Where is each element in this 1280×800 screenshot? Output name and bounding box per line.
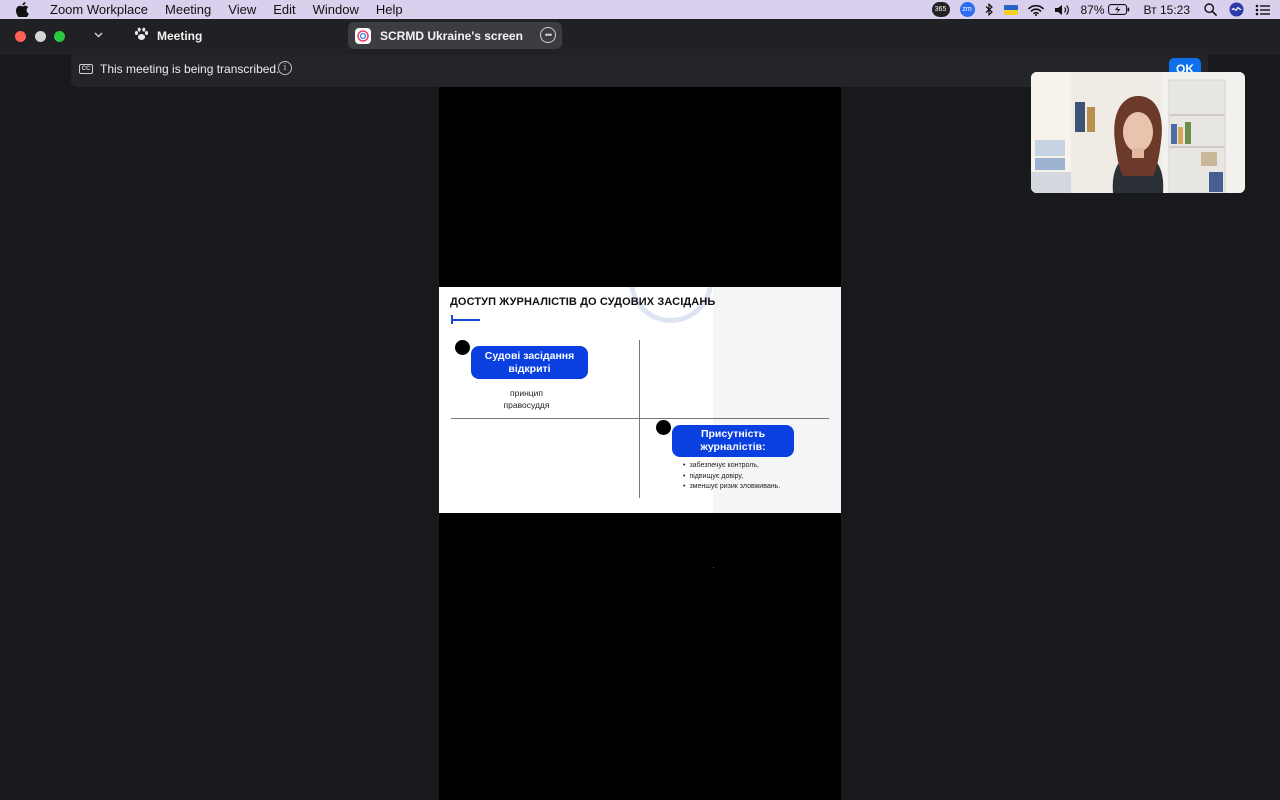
bullet-marker xyxy=(656,420,671,435)
menu-meeting[interactable]: Meeting xyxy=(165,0,211,19)
list-item: забезпечує контроль, xyxy=(684,461,780,472)
menu-window[interactable]: Window xyxy=(313,0,359,19)
menu-app-name[interactable]: Zoom Workplace xyxy=(50,0,148,19)
menu-help[interactable]: Help xyxy=(376,0,403,19)
window-fullscreen-button[interactable] xyxy=(54,31,65,42)
window-close-button[interactable] xyxy=(15,31,26,42)
open-hearings-label: Судові засідання відкриті xyxy=(484,349,575,375)
meeting-title: Meeting xyxy=(157,28,203,43)
apple-icon[interactable] xyxy=(16,2,36,17)
slide-vertical-divider xyxy=(639,340,640,498)
siri-icon[interactable] xyxy=(1229,2,1244,17)
paw-icon xyxy=(134,27,149,44)
ok-button[interactable]: OK xyxy=(1169,58,1201,73)
bluetooth-icon[interactable] xyxy=(985,3,994,16)
ukraine-flag-icon[interactable] xyxy=(1003,4,1018,15)
participant-video-tile[interactable] xyxy=(1031,72,1245,193)
participant-video-feed xyxy=(1031,72,1245,193)
macos-menu-bar: Zoom Workplace Meeting View Edit Window … xyxy=(0,0,1280,19)
wifi-icon[interactable] xyxy=(1027,4,1044,16)
open-hearings-card: Судові засідання відкриті xyxy=(471,346,588,379)
bullet-marker xyxy=(455,340,470,355)
shared-screen-indicator[interactable]: SCRMD Ukraine's screen ••• xyxy=(348,22,562,49)
chevron-down-icon[interactable] xyxy=(94,29,103,41)
justice-principle-text: принцип правосуддя xyxy=(503,388,550,410)
meeting-label[interactable]: Meeting xyxy=(134,27,202,44)
info-icon[interactable]: i xyxy=(278,61,292,75)
journalists-presence-label: Присутність журналістів: xyxy=(700,428,766,453)
journalists-presence-card: Присутність журналістів: xyxy=(672,425,794,457)
menu-edit[interactable]: Edit xyxy=(273,0,295,19)
menubar-clock[interactable]: Вт 15:23 xyxy=(1144,3,1190,17)
zoom-status-icon[interactable]: zm xyxy=(959,2,975,17)
status-area: 365 zm 87% Вт 15:23 xyxy=(922,0,1270,19)
cursor-dot xyxy=(713,567,714,568)
control-center-icon[interactable] xyxy=(1255,4,1270,16)
list-item: підвищує довіру, xyxy=(684,472,780,483)
slide-title-underline xyxy=(451,319,480,321)
list-item: зменшує ризик зловживань. xyxy=(684,482,780,493)
journalists-benefits-list: забезпечує контроль, підвищує довіру, зм… xyxy=(684,461,780,493)
shared-app-icon xyxy=(355,27,371,44)
presentation-slide: ДОСТУП ЖУРНАЛІСТІВ ДО СУДОВИХ ЗАСІДАНЬ С… xyxy=(439,287,841,513)
slide-title: ДОСТУП ЖУРНАЛІСТІВ ДО СУДОВИХ ЗАСІДАНЬ xyxy=(450,296,716,308)
window-minimize-button[interactable] xyxy=(35,31,46,42)
menu-view[interactable]: View xyxy=(228,0,256,19)
spotlight-search-icon[interactable] xyxy=(1204,3,1217,16)
transcription-notice: This meeting is being transcribed. xyxy=(100,62,280,76)
battery-charging-icon[interactable] xyxy=(1107,4,1130,15)
shared-screen-title: SCRMD Ukraine's screen xyxy=(380,28,523,43)
slide-horizontal-divider xyxy=(451,418,829,419)
office-365-icon[interactable]: 365 xyxy=(931,2,950,17)
volume-icon[interactable] xyxy=(1054,4,1071,16)
battery-percent: 87% xyxy=(1080,2,1105,17)
more-options-icon[interactable]: ••• xyxy=(540,27,556,43)
zoom-title-bar: Meeting SCRMD Ukraine's screen ••• xyxy=(0,19,1280,55)
closed-caption-icon: CC xyxy=(79,64,93,74)
